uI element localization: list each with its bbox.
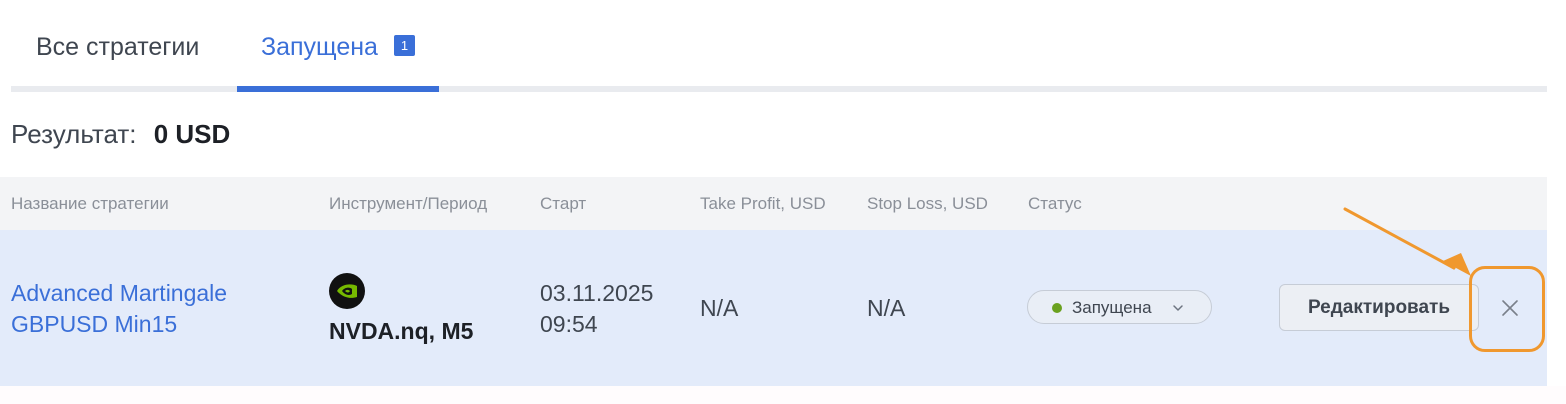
edit-button[interactable]: Редактировать xyxy=(1279,284,1479,331)
result-summary: Результат: 0 USD xyxy=(11,116,230,152)
table-header: Название стратегии Инструмент/Период Ста… xyxy=(0,177,1547,230)
tab-running-count-badge: 1 xyxy=(394,35,415,56)
tab-running[interactable]: Запущена xyxy=(261,30,378,64)
stop-loss-value: N/A xyxy=(867,295,906,321)
strategy-name-link[interactable]: Advanced Martingale GBPUSD Min15 xyxy=(11,278,227,340)
result-label: Результат: xyxy=(11,119,137,149)
take-profit-value: N/A xyxy=(700,295,739,321)
tab-all-strategies[interactable]: Все стратегии xyxy=(36,30,199,64)
nvidia-logo-icon xyxy=(329,273,365,309)
annotation-highlight-box xyxy=(1469,266,1545,352)
column-header-take-profit: Take Profit, USD xyxy=(700,194,826,213)
result-value: 0 USD xyxy=(153,119,231,149)
column-header-stop-loss: Stop Loss, USD xyxy=(867,194,988,213)
column-header-strategy-name: Название стратегии xyxy=(11,194,169,213)
active-tab-indicator xyxy=(237,86,439,92)
arrow-icon xyxy=(1343,207,1471,276)
chevron-down-icon xyxy=(1173,305,1183,311)
table-row: Advanced Martingale GBPUSD Min15 NVDA.nq… xyxy=(0,230,1547,386)
column-header-instrument-period: Инструмент/Период xyxy=(329,194,488,213)
strategies-page: Все стратегии Запущена 1 Результат: 0 US… xyxy=(0,0,1566,404)
column-header-start: Старт xyxy=(540,194,587,213)
status-label: Запущена xyxy=(1072,298,1152,317)
column-header-status: Статус xyxy=(1028,194,1082,213)
start-datetime: 03.11.2025 09:54 xyxy=(540,280,654,337)
instrument-period: NVDA.nq, M5 xyxy=(329,318,474,344)
status-dropdown[interactable]: Запущена xyxy=(1027,290,1212,324)
status-running-dot xyxy=(1052,303,1062,313)
next-row-background xyxy=(0,386,1566,404)
